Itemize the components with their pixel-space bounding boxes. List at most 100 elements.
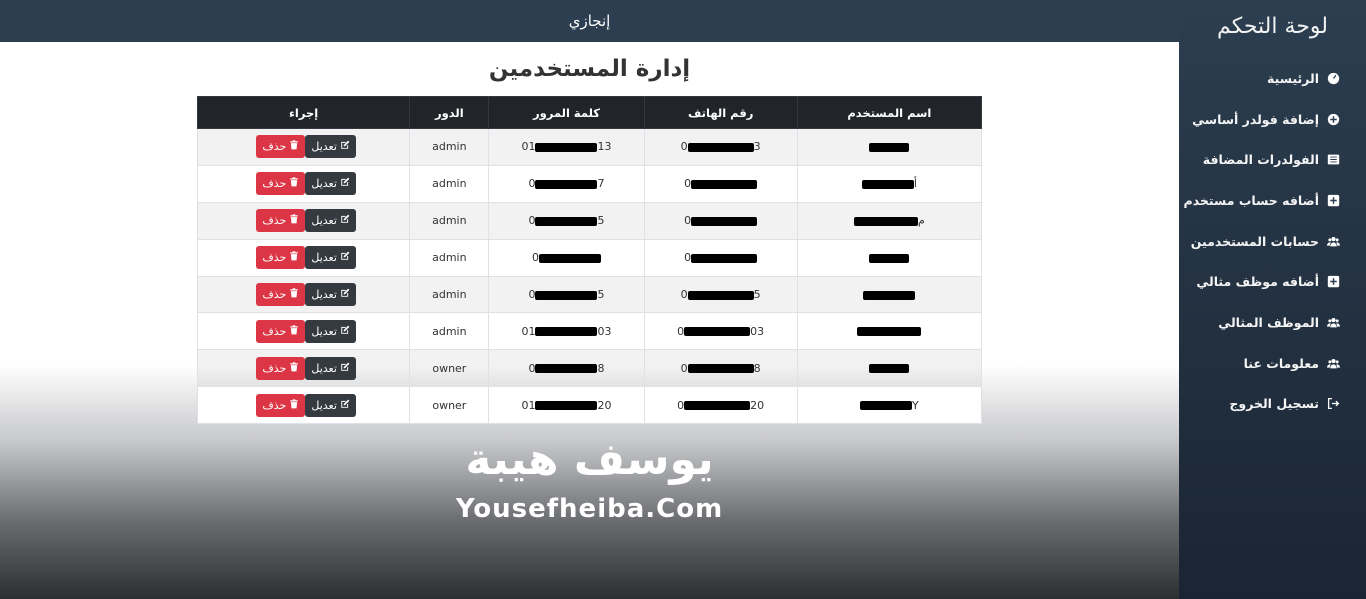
- edit-button[interactable]: تعديل: [305, 393, 356, 417]
- password-prefix: 0: [528, 214, 536, 228]
- password-prefix: 01: [521, 324, 536, 338]
- delete-button[interactable]: حذف: [256, 283, 306, 306]
- edit-button[interactable]: تعديل: [305, 356, 356, 380]
- redaction-bar: [535, 216, 598, 226]
- table-row: 0 5 0 5 admin حذف تعديل: [196, 275, 983, 314]
- cell-role: admin: [409, 275, 490, 314]
- edit-label: تعديل: [311, 140, 337, 154]
- sidebar-item-1[interactable]: الرئيسية: [1179, 58, 1366, 99]
- cell-actions: حذف تعديل: [196, 201, 411, 240]
- phone-prefix: 0: [680, 288, 688, 301]
- edit-button[interactable]: تعديل: [305, 172, 356, 196]
- cell-role: admin: [409, 238, 490, 277]
- trash-icon: [289, 251, 299, 264]
- edit-button[interactable]: تعديل: [305, 135, 356, 159]
- cell-actions: حذف تعديل: [196, 238, 411, 277]
- password-suffix: 13: [597, 140, 612, 154]
- phone-prefix: 0: [680, 361, 688, 375]
- sidebar-menu: الرئيسية إضافة فولدر أساسي الفولدرات المضا…: [1179, 58, 1366, 424]
- delete-button[interactable]: حذف: [256, 246, 306, 270]
- redaction-bar: [691, 216, 758, 226]
- edit-icon: [340, 325, 350, 338]
- password-prefix: 01: [521, 140, 536, 154]
- password-prefix: 0: [528, 361, 536, 375]
- app-title: إنجازي: [568, 12, 611, 30]
- cell-username: [796, 349, 983, 388]
- edit-label: تعديل: [311, 177, 337, 191]
- delete-label: حذف: [262, 177, 287, 191]
- edit-button[interactable]: تعديل: [305, 283, 356, 306]
- edit-button[interactable]: تعديل: [305, 246, 356, 270]
- redaction-bar: [857, 327, 922, 337]
- phone-suffix: 20: [750, 398, 765, 412]
- password-suffix: 8: [597, 361, 605, 375]
- delete-button[interactable]: حذف: [256, 356, 306, 380]
- redaction-bar: [535, 401, 598, 411]
- column-header-action: إجراء: [196, 96, 411, 129]
- cell-username: Y: [796, 386, 983, 425]
- sidebar-item-label: تسجيل الخروج: [1229, 396, 1319, 412]
- sidebar-item-3[interactable]: الفولدرات المضافة: [1179, 139, 1366, 180]
- edit-icon: [340, 140, 350, 153]
- delete-label: حذف: [262, 214, 287, 228]
- sidebar-item-4[interactable]: أضافه حساب مستخدم: [1179, 180, 1366, 221]
- top-bar: إنجازي: [0, 0, 1179, 42]
- edit-label: تعديل: [311, 214, 337, 228]
- sign-out-icon: [1326, 397, 1340, 411]
- delete-button[interactable]: حذف: [256, 393, 306, 417]
- phone-prefix: 0: [677, 398, 685, 412]
- table-row: Y 0 20 01 20 owner حذف تعديل: [196, 386, 983, 425]
- delete-label: حذف: [262, 140, 287, 154]
- edit-icon: [340, 251, 350, 264]
- table-row: أ 0 0 7 admin حذف تعديل: [196, 164, 983, 203]
- username-visible: أ: [913, 177, 917, 191]
- edit-button[interactable]: تعديل: [305, 209, 356, 233]
- redaction-bar: [687, 364, 754, 374]
- table-header-row: اسم المستخدم رقم الهاتف كلمة المرور الدو…: [196, 96, 983, 129]
- phone-suffix: 03: [750, 324, 765, 338]
- sidebar-item-5[interactable]: حسابات المستخدمين: [1179, 221, 1366, 262]
- sidebar: لوحة التحكم الرئيسية إضافة فولدر أساسي الف…: [1179, 0, 1366, 599]
- sidebar-item-9[interactable]: تسجيل الخروج: [1179, 384, 1366, 425]
- redaction-bar: [869, 142, 910, 152]
- delete-button[interactable]: حذف: [256, 135, 306, 159]
- plus-circle-icon: [1326, 112, 1340, 126]
- delete-button[interactable]: حذف: [256, 209, 306, 233]
- redaction-bar: [538, 253, 601, 263]
- sidebar-item-6[interactable]: أضافه موظف مثالي: [1179, 261, 1366, 302]
- cell-phone: 03: [643, 128, 798, 166]
- sidebar-title: لوحة التحكم: [1217, 14, 1328, 39]
- table-row: 0 0 admin حذف تعديل: [196, 238, 983, 277]
- cell-password: 08: [488, 349, 645, 388]
- edit-button[interactable]: تعديل: [305, 319, 356, 343]
- column-header-phone: رقم الهاتف: [643, 96, 798, 129]
- redaction-bar: [535, 364, 598, 374]
- cell-actions: حذف تعديل: [196, 312, 411, 351]
- sidebar-item-label: معلومات عنا: [1243, 355, 1319, 371]
- redaction-bar: [687, 142, 754, 152]
- redaction-bar: [535, 290, 598, 300]
- column-header-role: الدور: [409, 96, 490, 129]
- delete-button[interactable]: حذف: [256, 319, 306, 343]
- trash-icon: [289, 177, 299, 190]
- table-row: 0 03 01 03 admin حذف تعديل: [196, 312, 983, 351]
- password-suffix: 03: [597, 324, 612, 338]
- cell-password: 01 13: [488, 128, 645, 166]
- list-icon: [1326, 153, 1340, 167]
- sidebar-item-7[interactable]: الموظف المثالي: [1179, 302, 1366, 343]
- cell-phone: 0: [643, 164, 798, 203]
- table-row: 0 8 0 8 owner حذف تعديل: [196, 349, 983, 388]
- phone-suffix: 3: [753, 140, 761, 154]
- trash-icon: [289, 325, 299, 338]
- cell-actions: حذف تعديل: [196, 349, 411, 388]
- cell-username: [796, 275, 983, 314]
- sidebar-item-2[interactable]: إضافة فولدر أساسي: [1179, 99, 1366, 140]
- password-prefix: 0: [528, 177, 536, 191]
- delete-button[interactable]: حذف: [256, 172, 306, 196]
- sidebar-item-8[interactable]: معلومات عنا: [1179, 343, 1366, 384]
- sidebar-item-label: حسابات المستخدمين: [1190, 233, 1319, 249]
- users-icon: [1326, 356, 1340, 370]
- phone-prefix: 0: [684, 251, 692, 265]
- delete-label: حذف: [262, 324, 287, 338]
- phone-prefix: 0: [684, 177, 692, 191]
